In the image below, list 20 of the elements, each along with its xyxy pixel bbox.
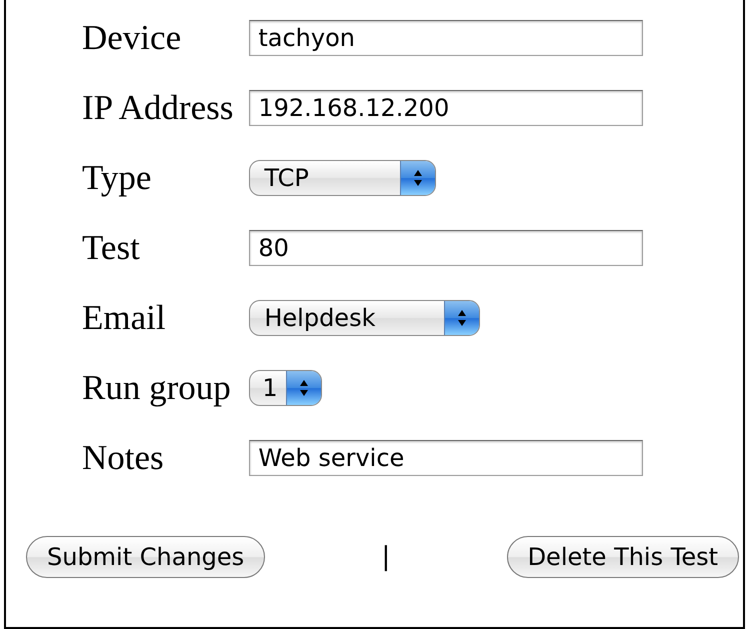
separator: | bbox=[381, 542, 390, 572]
field-label: Test bbox=[82, 230, 141, 266]
dropdown[interactable]: 1 bbox=[249, 370, 322, 406]
field-label: IP Address bbox=[82, 90, 234, 126]
field-label: Notes bbox=[82, 440, 165, 476]
up-down-arrows-icon bbox=[298, 379, 309, 397]
field-label: Device bbox=[82, 20, 182, 56]
submit-button[interactable]: Submit Changes bbox=[26, 536, 266, 578]
up-down-arrows-icon bbox=[457, 309, 468, 327]
field-label: Email bbox=[82, 300, 167, 336]
text-field[interactable]: 192.168.12.200 bbox=[249, 90, 644, 126]
up-down-arrows-icon bbox=[413, 169, 424, 187]
delete-button[interactable]: Delete This Test bbox=[506, 536, 739, 578]
text-field[interactable]: tachyon bbox=[249, 20, 644, 56]
text-field[interactable]: Web service bbox=[249, 440, 644, 476]
text-field[interactable]: 80 bbox=[249, 230, 644, 266]
dropdown[interactable]: TCP bbox=[249, 160, 436, 196]
field-label: Run group bbox=[82, 370, 232, 406]
field-label: Type bbox=[82, 160, 152, 196]
dropdown[interactable]: Helpdesk bbox=[249, 300, 480, 336]
